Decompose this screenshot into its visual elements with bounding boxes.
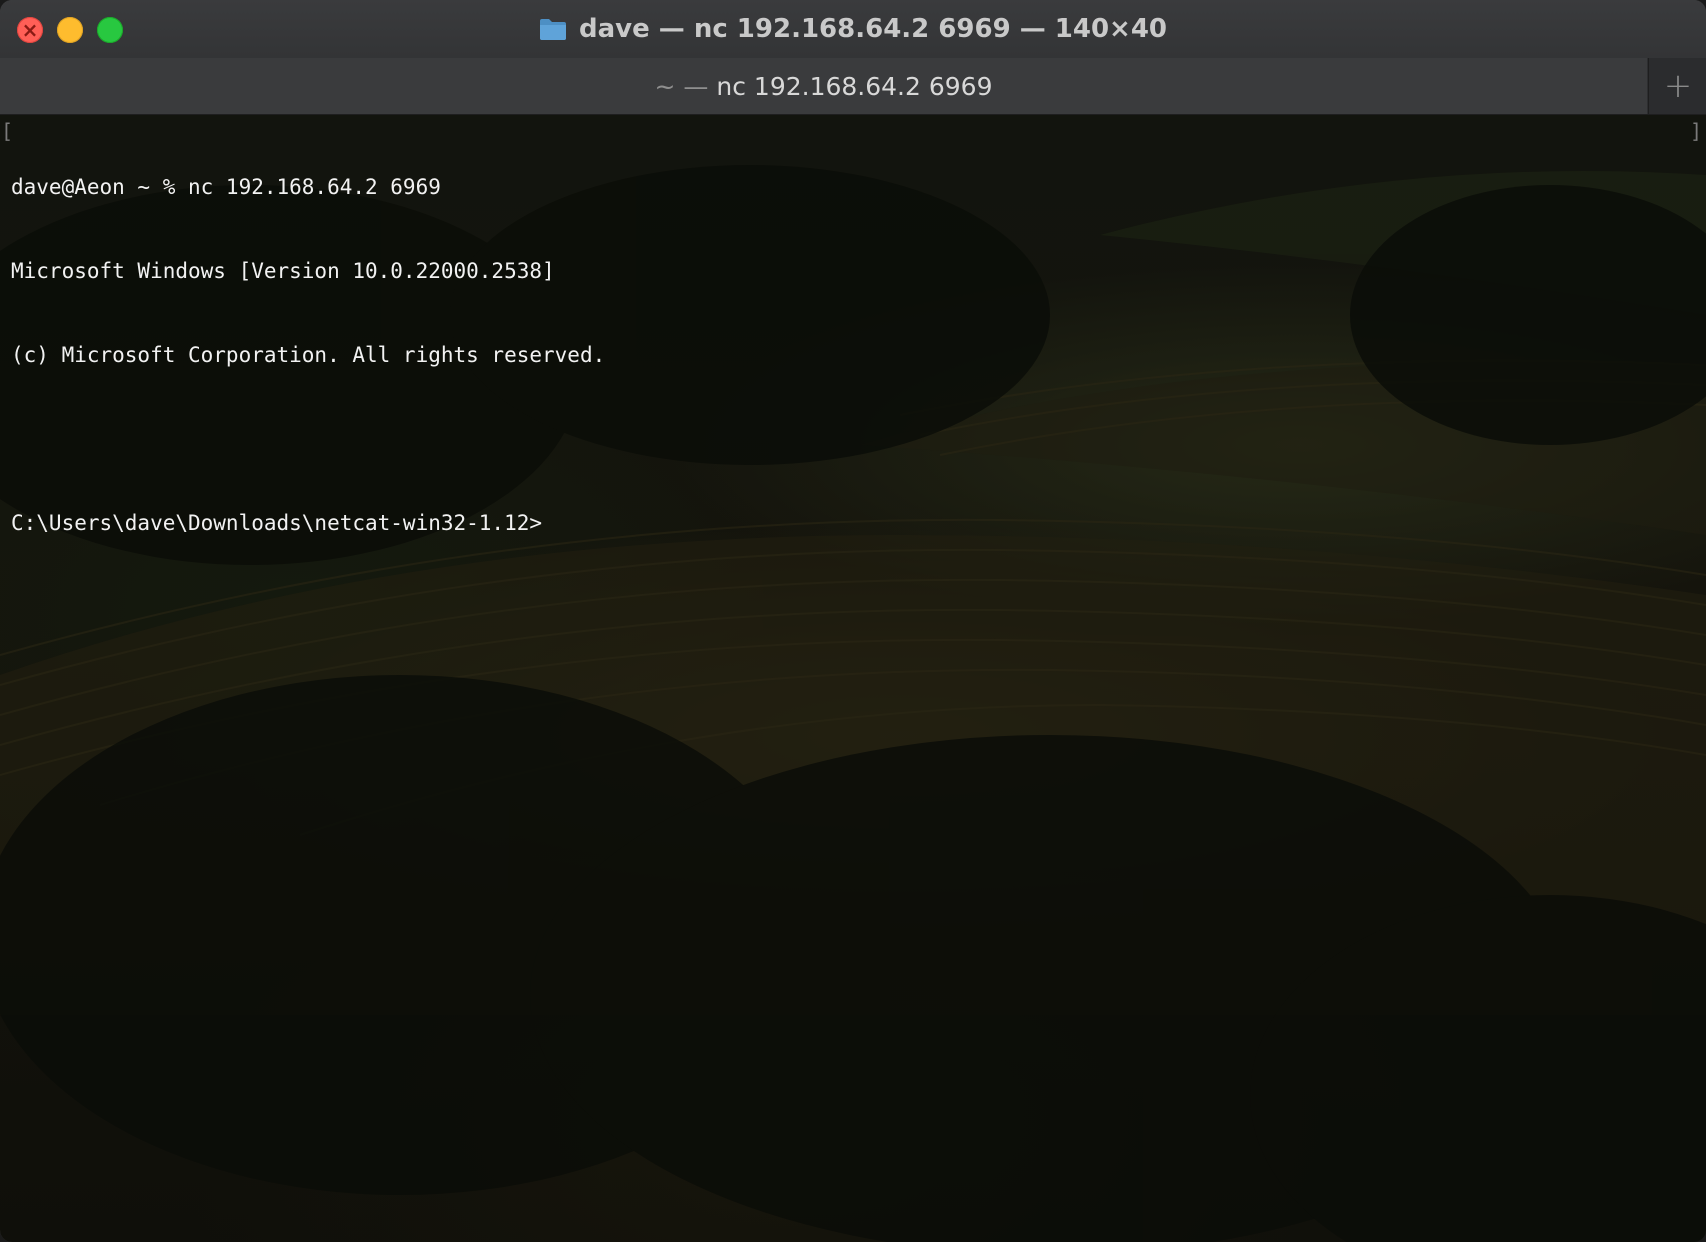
plus-icon: + [1663,66,1693,106]
tab-nc-session[interactable]: ~ — nc 192.168.64.2 6969 [0,58,1647,114]
title-bar[interactable]: dave — nc 192.168.64.2 6969 — 140×40 [0,0,1706,58]
terminal-line-copyright: (c) Microsoft Corporation. All rights re… [11,343,606,367]
window-title-group: dave — nc 192.168.64.2 6969 — 140×40 [0,0,1706,58]
new-tab-button[interactable]: + [1648,58,1706,114]
terminal-line-prompt: C:\Users\dave\Downloads\netcat-win32-1.1… [11,511,543,535]
terminal-text: dave@Aeon ~ % nc 192.168.64.2 6969 Micro… [11,117,605,593]
terminal-line-windows-version: Microsoft Windows [Version 10.0.22000.25… [11,259,555,283]
window-title: dave — nc 192.168.64.2 6969 — 140×40 [578,14,1168,44]
terminal-output[interactable]: [ ] dave@Aeon ~ % nc 192.168.64.2 6969 M… [0,115,1706,1242]
terminal-line-command: dave@Aeon ~ % nc 192.168.64.2 6969 [11,175,441,199]
terminal-window: dave — nc 192.168.64.2 6969 — 140×40 ~ —… [0,0,1706,1242]
tab-label: ~ — nc 192.168.64.2 6969 [655,72,993,101]
tab-bar: ~ — nc 192.168.64.2 6969 + [0,58,1706,115]
tab-label-prefix: ~ — [654,71,709,101]
folder-icon [539,17,567,41]
tab-label-text: nc 192.168.64.2 6969 [716,71,993,101]
mark-right: ] [1690,119,1703,143]
